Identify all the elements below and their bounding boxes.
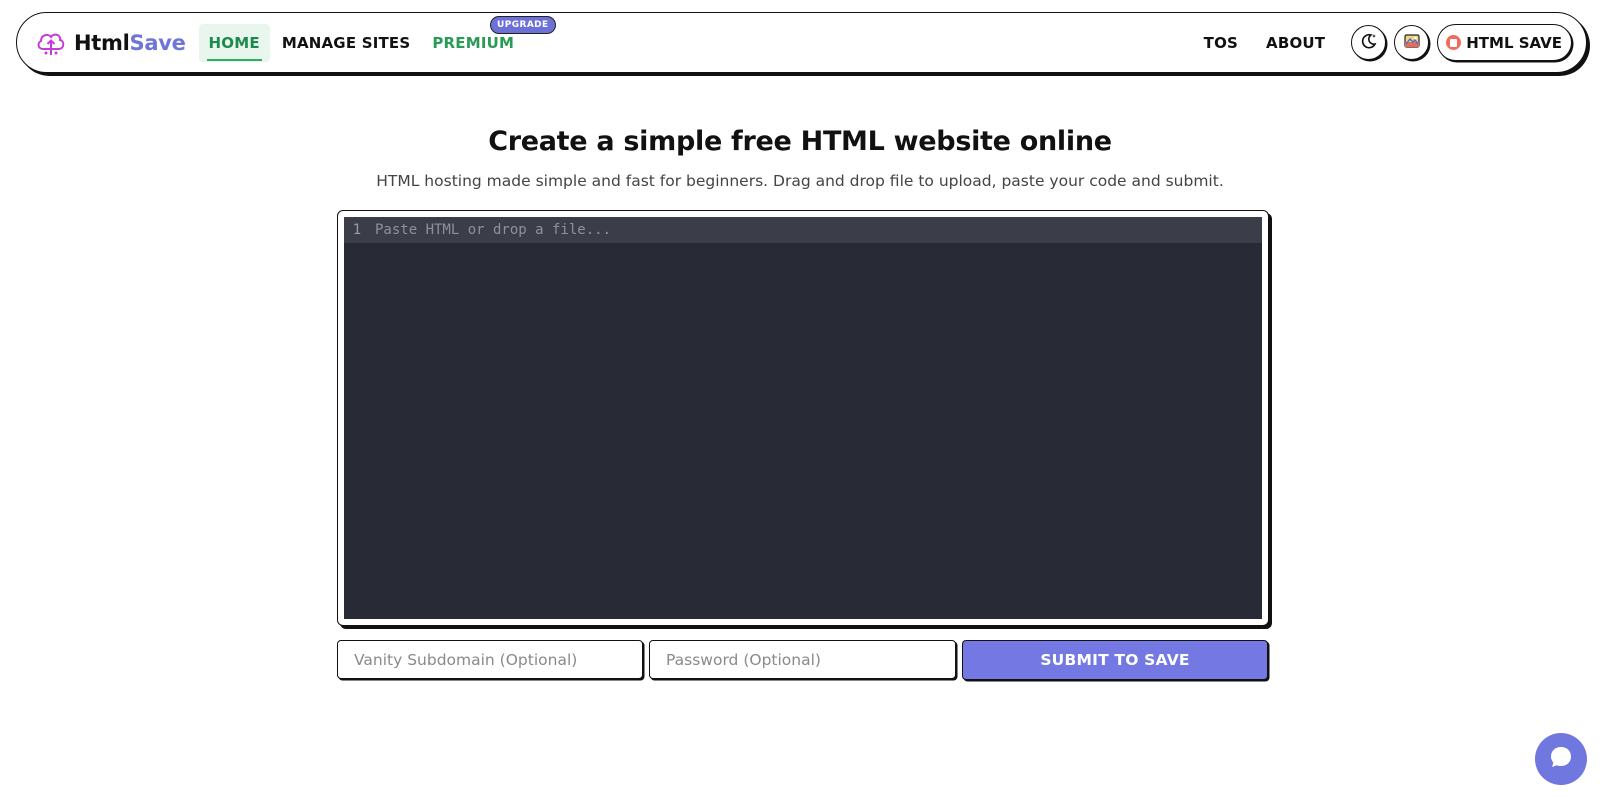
html-save-button[interactable]: HTML SAVE — [1437, 24, 1572, 61]
password-input[interactable] — [649, 640, 956, 679]
image-gallery-icon — [1403, 32, 1421, 54]
page-title: Create a simple free HTML website online — [488, 126, 1112, 157]
nav-manage-sites[interactable]: MANAGE SITES — [272, 24, 421, 62]
page-subtitle: HTML hosting made simple and fast for be… — [376, 172, 1224, 190]
cloud-upload-icon — [35, 29, 67, 57]
chat-widget-button[interactable] — [1535, 733, 1587, 785]
top-navbar: HtmlSave HOME MANAGE SITES PREMIUM TOS A… — [16, 12, 1587, 73]
theme-toggle-button[interactable] — [1351, 25, 1387, 60]
nav-about[interactable]: ABOUT — [1256, 24, 1335, 62]
nav-tos[interactable]: TOS — [1194, 24, 1248, 62]
brand-name: HtmlSave — [74, 30, 186, 55]
moon-star-icon — [1360, 32, 1378, 54]
html-save-label: HTML SAVE — [1466, 33, 1562, 52]
nav-home[interactable]: HOME — [198, 23, 270, 62]
save-icon — [1446, 35, 1462, 50]
brand-logo[interactable]: HtmlSave — [35, 29, 186, 57]
vanity-subdomain-input[interactable] — [337, 640, 643, 679]
editor-active-line[interactable]: 1 Paste HTML or drop a file... — [344, 217, 1262, 243]
editor-placeholder: Paste HTML or drop a file... — [375, 222, 612, 238]
gallery-button[interactable] — [1394, 25, 1430, 60]
code-editor-frame: 1 Paste HTML or drop a file... — [337, 210, 1269, 626]
chat-bubble-icon — [1548, 744, 1574, 774]
upgrade-badge[interactable]: UPGRADE — [490, 16, 556, 34]
nav-right-group: TOS ABOUT HTML SAVE — [1194, 24, 1572, 62]
code-editor[interactable]: 1 Paste HTML or drop a file... — [344, 217, 1262, 619]
line-number: 1 — [352, 222, 362, 238]
submit-to-save-button[interactable]: SUBMIT TO SAVE — [962, 640, 1268, 680]
